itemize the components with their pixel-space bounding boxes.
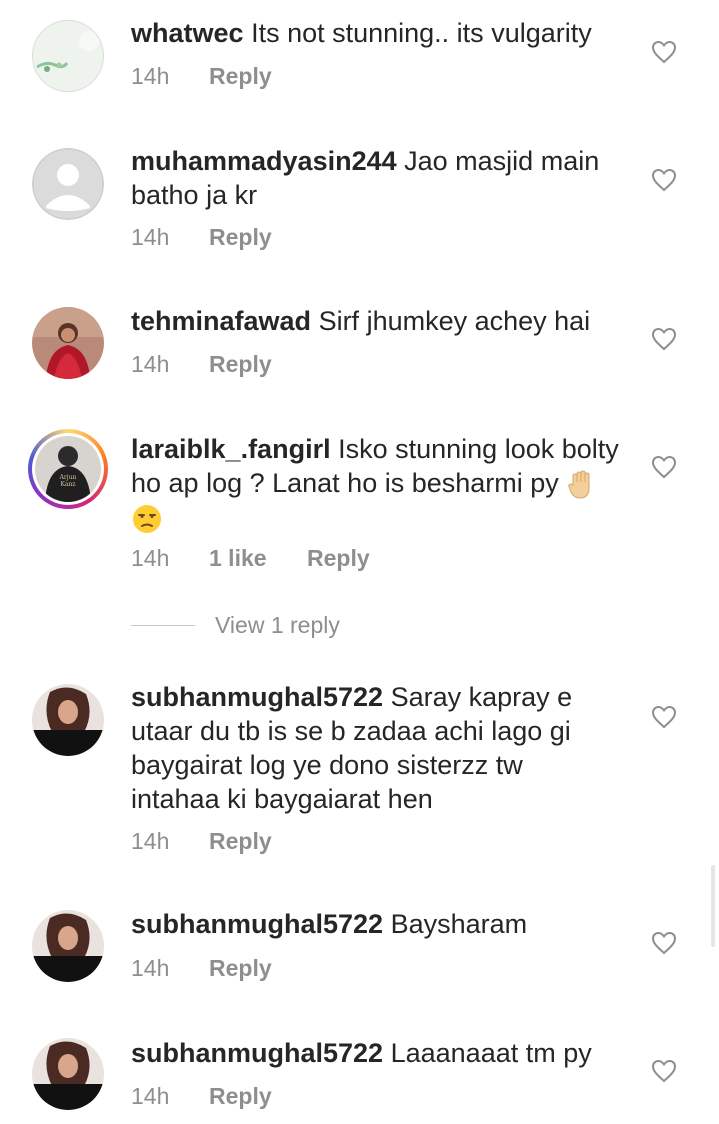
comment-meta: 14h Reply: [131, 351, 272, 378]
reply-button[interactable]: Reply: [209, 955, 272, 982]
view-replies-label: View 1 reply: [215, 612, 340, 638]
comment-text: tehminafawad Sirf jhumkey achey hai: [131, 304, 631, 338]
avatar[interactable]: [32, 684, 104, 756]
comment-time: 14h: [131, 1083, 170, 1109]
heart-outline-icon[interactable]: [651, 327, 677, 351]
comment-meta: 14h Reply: [131, 1083, 272, 1110]
comment-time: 14h: [131, 63, 170, 89]
comment-time: 14h: [131, 545, 170, 571]
divider-line: [131, 625, 195, 626]
comment-meta: 14h 1 like Reply: [131, 545, 370, 572]
avatar[interactable]: [32, 910, 104, 982]
reply-button[interactable]: Reply: [209, 828, 272, 855]
reply-button[interactable]: Reply: [209, 351, 272, 378]
comment-username[interactable]: muhammadyasin244: [131, 146, 397, 176]
comment-meta: 14h Reply: [131, 63, 272, 90]
heart-outline-icon[interactable]: [651, 931, 677, 955]
heart-outline-icon[interactable]: [651, 1059, 677, 1083]
comment-meta: 14h Reply: [131, 955, 272, 982]
heart-outline-icon[interactable]: [651, 40, 677, 64]
comment-text: subhanmughal5722 Saray kapray e utaar du…: [131, 680, 601, 816]
comment-body: Laaanaaat tm py: [390, 1038, 592, 1068]
comment-meta: 14h Reply: [131, 828, 272, 855]
comment-username[interactable]: whatwec: [131, 18, 244, 48]
comment-time: 14h: [131, 955, 170, 981]
likes-count[interactable]: 1 like: [209, 545, 307, 572]
comment-username[interactable]: tehminafawad: [131, 306, 311, 336]
comment-username[interactable]: laraiblk_.fangirl: [131, 434, 331, 464]
story-ring[interactable]: Arjun Kanz: [28, 429, 108, 509]
comment-body: Its not stunning.. its vulgarity: [251, 18, 592, 48]
person-silhouette-icon: [32, 148, 104, 220]
avatar[interactable]: [32, 148, 104, 220]
comment-text: muhammadyasin244 Jao masjid main batho j…: [131, 144, 631, 212]
comment-time: 14h: [131, 828, 170, 854]
story-ring-inner: Arjun Kanz: [32, 433, 104, 505]
raised-hand-emoji: [568, 470, 590, 499]
comment-text: subhanmughal5722 Baysharam: [131, 907, 631, 941]
comment-body: Sirf jhumkey achey hai: [318, 306, 591, 336]
comment-text: whatwec Its not stunning.. its vulgarity: [131, 16, 631, 50]
avatar[interactable]: [32, 1038, 104, 1110]
comment-username[interactable]: subhanmughal5722: [131, 682, 383, 712]
comment-time: 14h: [131, 224, 170, 250]
avatar: Arjun Kanz: [35, 436, 101, 502]
comment-body: Baysharam: [390, 909, 528, 939]
comment-username[interactable]: subhanmughal5722: [131, 1038, 383, 1068]
reply-button[interactable]: Reply: [209, 1083, 272, 1110]
reply-button[interactable]: Reply: [209, 63, 272, 90]
view-replies-button[interactable]: View 1 reply: [131, 612, 340, 639]
comment-username[interactable]: subhanmughal5722: [131, 909, 383, 939]
comment-meta: 14h Reply: [131, 224, 272, 251]
reply-button[interactable]: Reply: [307, 545, 370, 572]
comment-time: 14h: [131, 351, 170, 377]
comment-text: subhanmughal5722 Laaanaaat tm py: [131, 1036, 631, 1070]
avatar-lettering: Arjun Kanz: [59, 474, 77, 488]
unamused-face-emoji: [133, 504, 161, 533]
heart-outline-icon[interactable]: [651, 455, 677, 479]
avatar[interactable]: [32, 307, 104, 379]
heart-outline-icon[interactable]: [651, 705, 677, 729]
heart-outline-icon[interactable]: [651, 168, 677, 192]
scrollbar-thumb[interactable]: [711, 865, 715, 947]
comment-text: laraiblk_.fangirl Isko stunning look bol…: [131, 432, 636, 535]
reply-button[interactable]: Reply: [209, 224, 272, 251]
avatar[interactable]: [32, 20, 104, 92]
